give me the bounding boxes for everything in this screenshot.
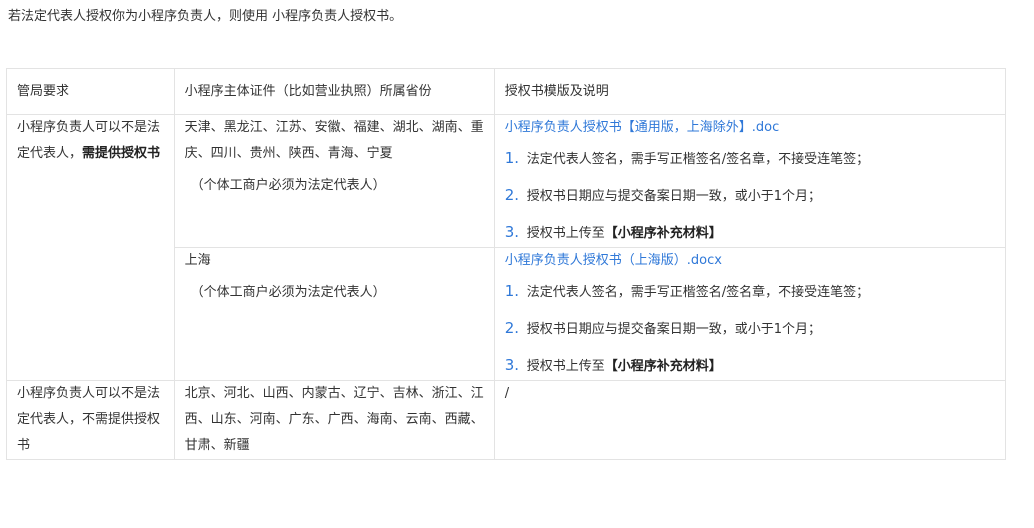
header-requirement: 管局要求: [6, 68, 175, 115]
header-template: 授权书模版及说明: [493, 68, 1007, 115]
requirement-bold: 需提供授权书: [82, 146, 161, 161]
template-cell: /: [493, 380, 1007, 460]
list-item: 2. 授权书日期应与提交备案日期一致，或小于1个月；: [504, 186, 822, 204]
province-cell: 上海 （个体工商户必须为法定代表人）: [173, 247, 495, 381]
header-province: 小程序主体证件（比如营业执照）所属省份: [173, 68, 495, 115]
list-item: 1. 法定代表人签名，需手写正楷签名/签名章，不接受连笔签；: [504, 282, 870, 300]
list-item: 3. 授权书上传至【小程序补充材料】: [504, 356, 722, 374]
intro-text: 若法定代表人授权你为小程序负责人，则使用 小程序负责人授权书。: [8, 9, 403, 24]
steps-list: 1. 法定代表人签名，需手写正楷签名/签名章，不接受连笔签； 2. 授权书日期应与提…: [505, 278, 995, 380]
province-note: （个体工商户必须为法定代表人）: [190, 178, 386, 193]
steps-list: 1. 法定代表人签名，需手写正楷签名/签名章，不接受连笔签； 2. 授权书日期应与提…: [505, 145, 995, 247]
list-item: 2. 授权书日期应与提交备案日期一致，或小于1个月；: [504, 319, 822, 337]
requirement-cell: 小程序负责人可以不是法定代表人，需提供授权书: [6, 114, 175, 381]
template-cell: 小程序负责人授权书【通用版，上海除外】.doc 1. 法定代表人签名，需手写正楷签…: [493, 114, 1007, 248]
table-header-row: 管局要求 小程序主体证件（比如营业执照）所属省份 授权书模版及说明: [6, 68, 1007, 115]
template-cell: 小程序负责人授权书（上海版）.docx 1. 法定代表人签名，需手写正楷签名/签名…: [493, 247, 1007, 381]
table-row: 小程序负责人可以不是法定代表人，需提供授权书 天津、黑龙江、江苏、安徽、福建、湖…: [6, 114, 1007, 381]
list-item: 3. 授权书上传至【小程序补充材料】: [504, 223, 722, 241]
province-cell: 北京、河北、山西、内蒙古、辽宁、吉林、浙江、江西、山东、河南、广东、广西、海南、…: [173, 380, 495, 460]
province-cell: 天津、黑龙江、江苏、安徽、福建、湖北、湖南、重庆、四川、贵州、陕西、青海、宁夏 …: [173, 114, 495, 248]
template-link-general[interactable]: 小程序负责人授权书【通用版，上海除外】.doc: [505, 120, 780, 135]
template-link-shanghai[interactable]: 小程序负责人授权书（上海版）.docx: [505, 253, 722, 268]
province-list: 天津、黑龙江、江苏、安徽、福建、湖北、湖南、重庆、四川、贵州、陕西、青海、宁夏: [184, 120, 484, 161]
requirement-cell: 小程序负责人可以不是法定代表人，不需提供授权书: [6, 380, 175, 460]
requirements-table: 管局要求 小程序主体证件（比如营业执照）所属省份 授权书模版及说明 小程序负责人…: [6, 68, 1007, 460]
table-row: 小程序负责人可以不是法定代表人，不需提供授权书 北京、河北、山西、内蒙古、辽宁、…: [6, 380, 1007, 460]
list-item: 1. 法定代表人签名，需手写正楷签名/签名章，不接受连笔签；: [504, 149, 870, 167]
province-list: 上海: [184, 253, 211, 268]
province-note: （个体工商户必须为法定代表人）: [190, 285, 386, 300]
